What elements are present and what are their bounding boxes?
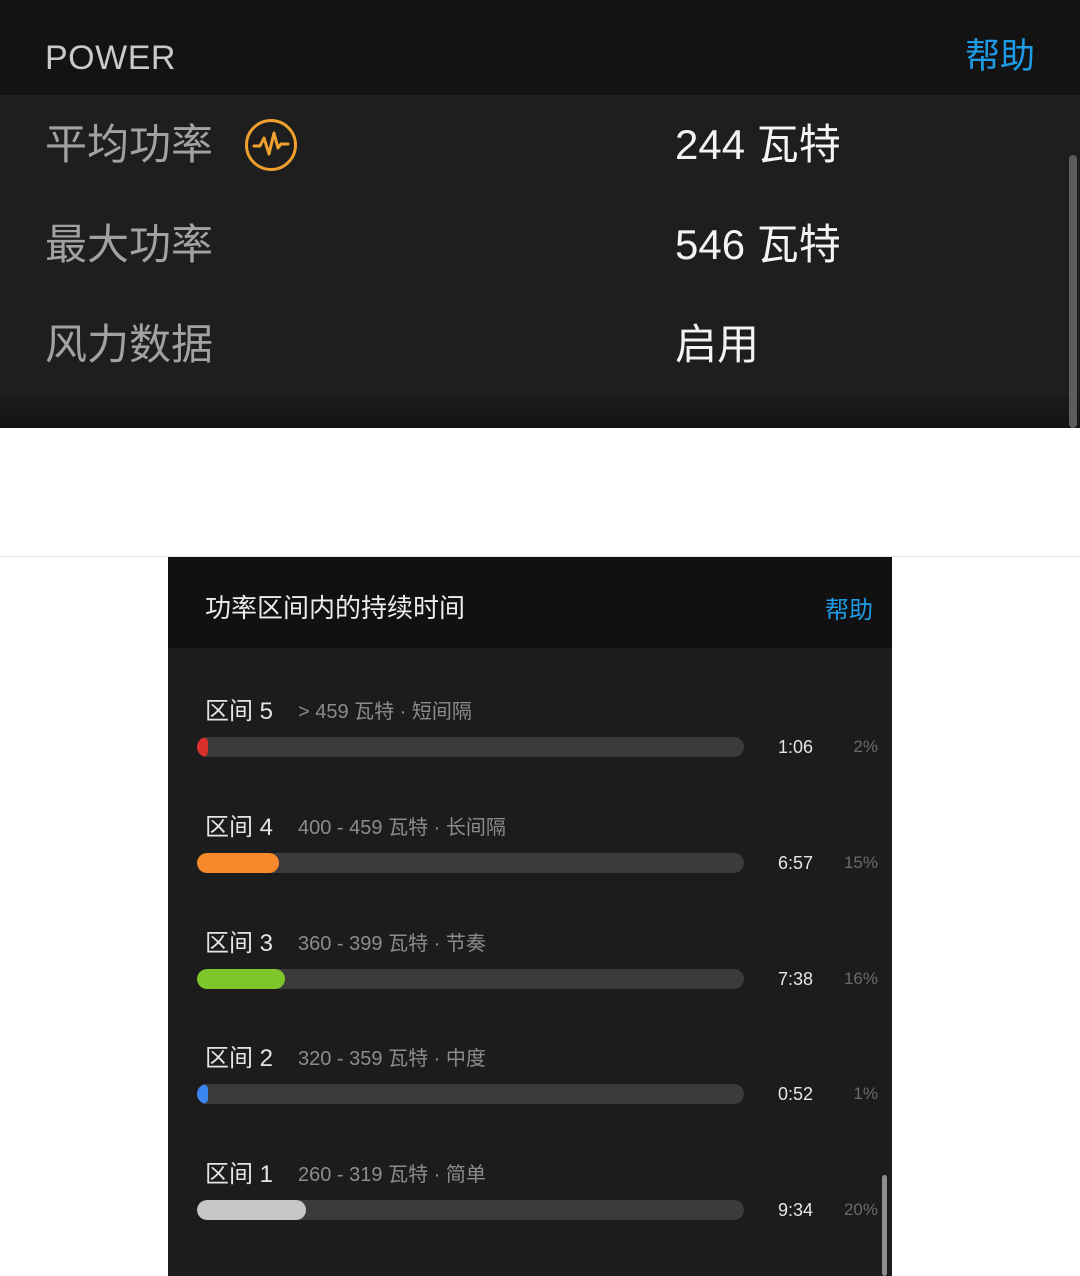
zones-scrollbar[interactable] <box>882 1175 887 1276</box>
zone-row: 区间 2 320 - 359 瓦特 · 中度 0:52 1% <box>168 1039 892 1119</box>
zone-range: > 459 瓦特 · 短间隔 <box>298 701 472 723</box>
zone-bar-track <box>197 969 744 989</box>
power-header: POWER 帮助 <box>0 0 1080 95</box>
power-scrollbar[interactable] <box>1069 155 1077 428</box>
zone-name: 区间 5 <box>205 698 274 725</box>
zone-bar-track <box>197 1200 744 1220</box>
zone-row: 区间 5 > 459 瓦特 · 短间隔 1:06 2% <box>168 692 892 772</box>
power-panel: POWER 帮助 平均功率 244 瓦特 最大功率 546 瓦特 风力数据 启用 <box>0 0 1080 428</box>
section-title: POWER <box>45 39 176 77</box>
help-link[interactable]: 帮助 <box>965 35 1035 79</box>
average-power-label: 平均功率 <box>45 121 214 168</box>
zone-bar-track <box>197 1084 744 1104</box>
zone-range: 360 - 399 瓦特 · 节奏 <box>298 933 486 955</box>
wind-data-label: 风力数据 <box>45 321 214 368</box>
zone-name: 区间 3 <box>205 930 274 957</box>
zone-bar-fill <box>197 853 280 873</box>
average-power-value: 244 瓦特 <box>675 121 841 168</box>
zone-bar-track <box>197 737 744 757</box>
max-power-label: 最大功率 <box>45 221 214 268</box>
max-power-row: 最大功率 546 瓦特 <box>0 195 1064 295</box>
zone-bar-fill <box>197 969 285 989</box>
wind-data-value: 启用 <box>675 321 760 368</box>
zone-range: 320 - 359 瓦特 · 中度 <box>298 1048 486 1070</box>
power-zones-panel: 功率区间内的持续时间 帮助 区间 5 > 459 瓦特 · 短间隔 1:06 2… <box>168 557 892 1276</box>
zone-name: 区间 1 <box>205 1161 274 1188</box>
zone-range: 400 - 459 瓦特 · 长间隔 <box>298 817 506 839</box>
zone-bar-track <box>197 853 744 873</box>
zone-bar-fill <box>197 1200 307 1220</box>
zone-row: 区间 4 400 - 459 瓦特 · 长间隔 6:57 15% <box>168 808 892 888</box>
zone-range: 260 - 319 瓦特 · 简单 <box>298 1164 486 1186</box>
zone-percent: 1% <box>853 1084 878 1103</box>
zone-time: 1:06 <box>778 737 814 757</box>
zone-percent: 20% <box>843 1200 878 1219</box>
zone-percent: 16% <box>843 969 878 988</box>
zone-time: 7:38 <box>778 969 814 989</box>
max-power-value: 546 瓦特 <box>675 221 841 268</box>
zone-row: 区间 1 260 - 319 瓦特 · 简单 9:34 20% <box>168 1155 892 1235</box>
wind-data-row: 风力数据 启用 <box>0 295 1064 395</box>
zones-title: 功率区间内的持续时间 <box>205 593 466 623</box>
zones-help-link[interactable]: 帮助 <box>825 594 873 628</box>
zone-name: 区间 4 <box>205 814 274 841</box>
zone-time: 9:34 <box>778 1200 814 1220</box>
zone-time: 6:57 <box>778 853 814 873</box>
zone-name: 区间 2 <box>205 1045 274 1072</box>
power-pulse-icon <box>244 118 298 172</box>
power-panel-footer <box>0 395 1080 428</box>
zone-percent: 2% <box>853 737 878 756</box>
zone-time: 0:52 <box>778 1084 814 1104</box>
zone-row: 区间 3 360 - 399 瓦特 · 节奏 7:38 16% <box>168 924 892 1004</box>
zones-header: 功率区间内的持续时间 帮助 <box>168 557 892 648</box>
zone-percent: 15% <box>843 853 878 872</box>
zone-bar-fill <box>197 1084 208 1104</box>
average-power-row: 平均功率 244 瓦特 <box>0 95 1064 195</box>
zone-bar-fill <box>197 737 208 757</box>
